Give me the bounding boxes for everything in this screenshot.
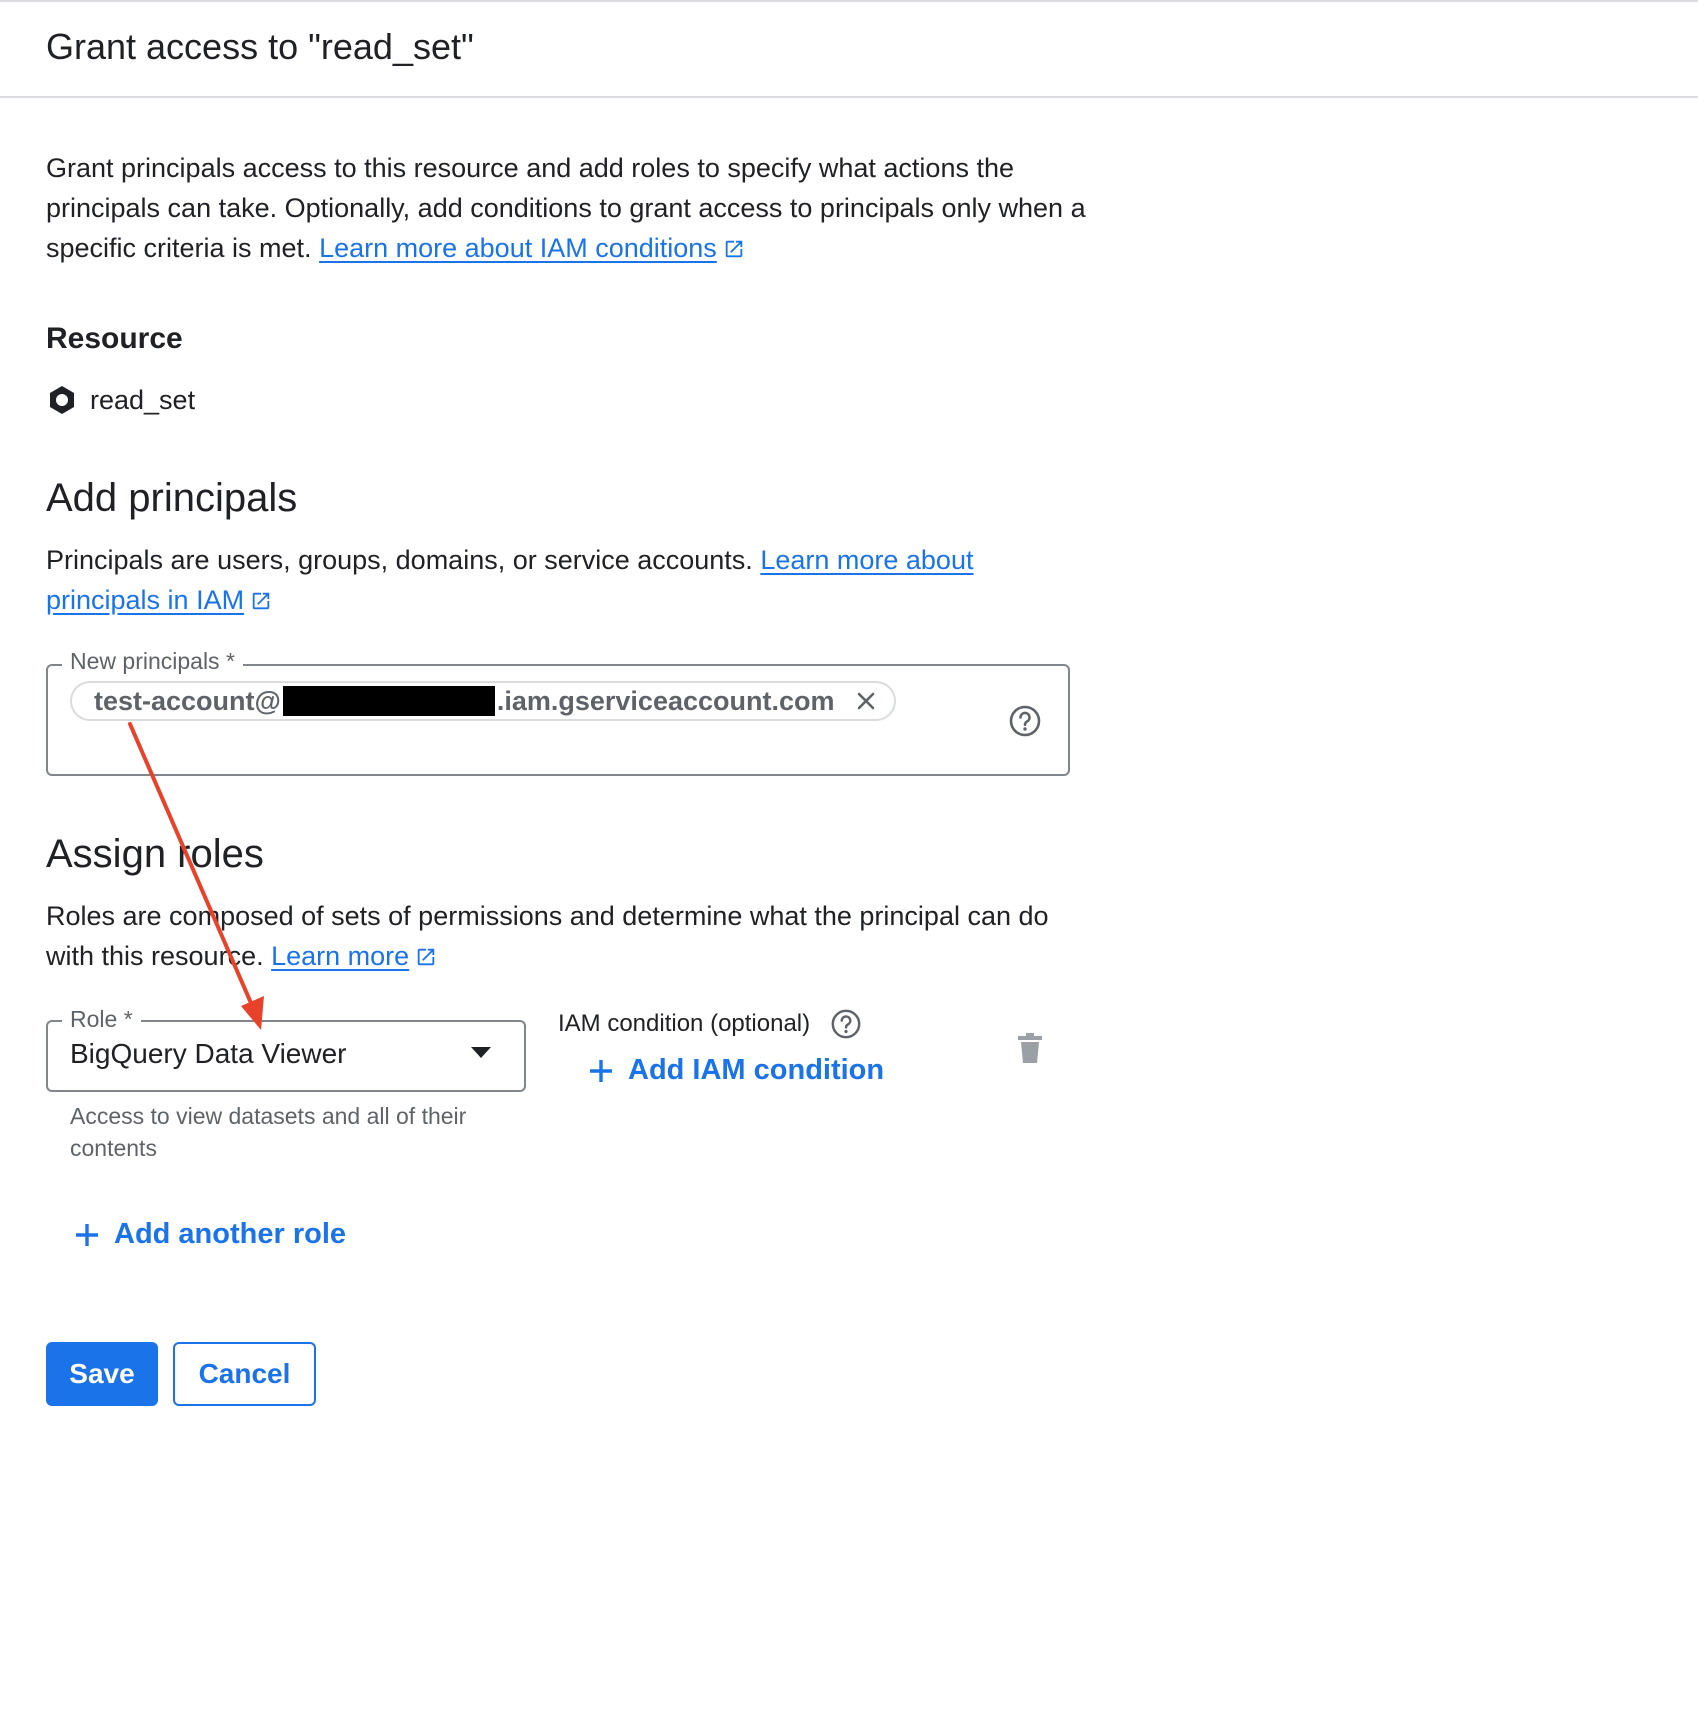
redaction-bar <box>282 686 495 716</box>
add-another-role-button[interactable]: Add another role <box>74 1218 346 1251</box>
roles-description: Roles are composed of sets of permission… <box>46 901 1049 971</box>
chip-prefix: test-account@ <box>94 685 281 716</box>
add-principals-heading: Add principals <box>46 476 298 520</box>
intro-paragraph: Grant principals access to this resource… <box>46 148 1086 268</box>
external-link-icon <box>417 948 435 966</box>
dialog-title: Grant access to "read_set" <box>46 26 474 67</box>
resource-heading: Resource <box>46 322 183 355</box>
principals-paragraph: Principals are users, groups, domains, o… <box>46 540 1026 620</box>
dropdown-arrow-icon[interactable] <box>470 1046 492 1060</box>
role-label: Role * <box>62 1006 141 1033</box>
role-value: BigQuery Data Viewer <box>70 1038 347 1069</box>
assign-roles-heading: Assign roles <box>46 832 264 876</box>
roles-paragraph: Roles are composed of sets of permission… <box>46 896 1086 976</box>
role-helper-text: Access to view datasets and all of their… <box>70 1103 467 1161</box>
external-link-icon <box>252 592 270 610</box>
iam-condition-label: IAM condition (optional) <box>558 1010 811 1037</box>
resource-name: read_set <box>90 384 196 415</box>
chip-suffix: .iam.gserviceaccount.com <box>496 685 835 716</box>
help-icon[interactable] <box>1008 704 1042 738</box>
new-principals-label: New principals * <box>62 648 243 675</box>
roles-learn-more-link[interactable]: Learn more <box>271 941 409 971</box>
add-iam-condition-label: Add IAM condition <box>628 1054 885 1086</box>
help-icon[interactable] <box>830 1008 862 1040</box>
principal-chip[interactable]: test-account@ .iam.gserviceaccount.com <box>70 681 896 721</box>
dataset-hexagon-icon <box>50 386 74 414</box>
cancel-button[interactable]: Cancel <box>173 1342 316 1406</box>
external-link-icon <box>725 240 743 258</box>
plus-icon <box>76 1223 98 1246</box>
add-iam-condition-button[interactable]: Add IAM condition <box>588 1054 884 1087</box>
plus-icon <box>590 1059 612 1082</box>
resource-row: read_set <box>46 380 195 420</box>
delete-icon[interactable] <box>1016 1032 1044 1064</box>
principals-description: Principals are users, groups, domains, o… <box>46 545 753 575</box>
close-icon[interactable] <box>854 689 878 713</box>
iam-conditions-link[interactable]: Learn more about IAM conditions <box>319 233 717 263</box>
add-another-role-label: Add another role <box>114 1218 347 1250</box>
save-button[interactable]: Save <box>46 1342 158 1406</box>
